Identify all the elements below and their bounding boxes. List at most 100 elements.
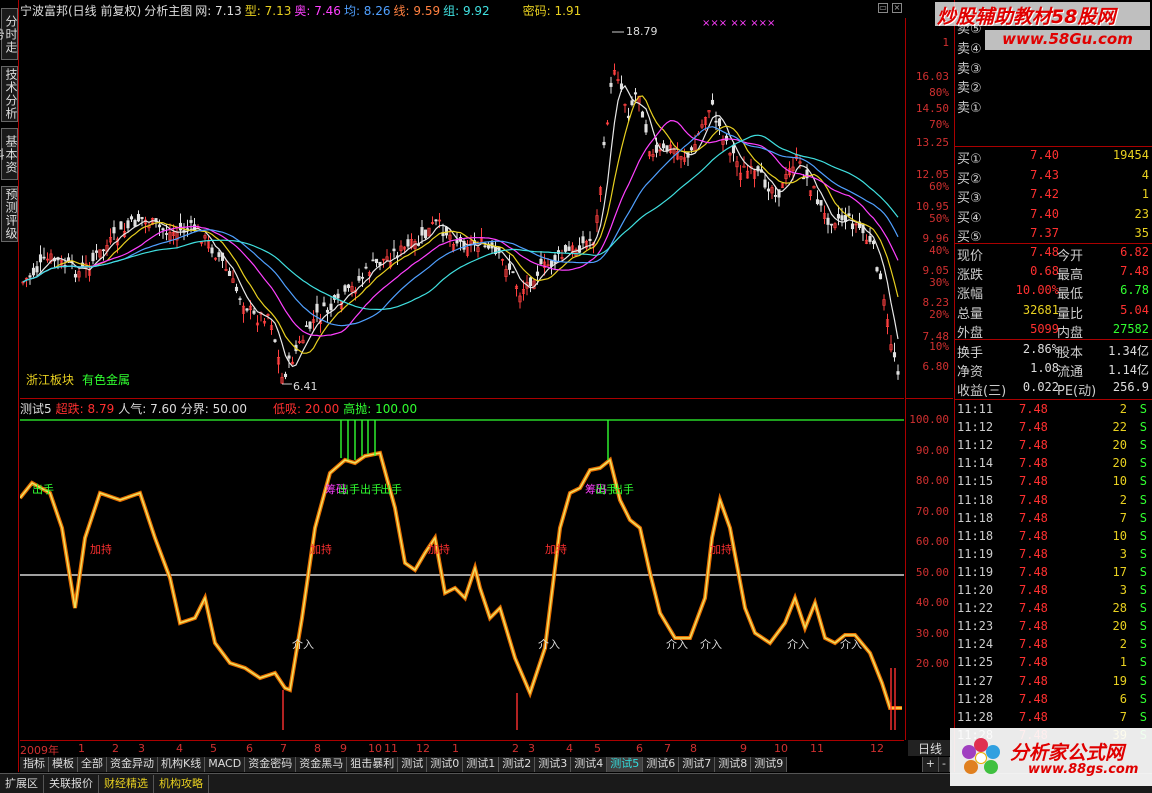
- indicator-tab-0[interactable]: 指标: [20, 757, 49, 772]
- x-label: 6: [636, 742, 643, 755]
- indicator-header: 测试5 超跌: 8.79 人气: 7.60 分界: 50.00 低吸: 20.00 高抛:…: [20, 400, 421, 416]
- candle-body: [661, 143, 666, 149]
- tick-volume: 28: [1112, 601, 1127, 616]
- x-label: 2009年: [20, 744, 59, 757]
- tick-volume: 7: [1119, 709, 1127, 724]
- indicator-tab-13[interactable]: 测试3: [535, 757, 572, 772]
- tick-row: 11:14 7.48 20 S: [957, 456, 1151, 474]
- indicator-tab-2[interactable]: 全部: [78, 757, 107, 772]
- tab-minus-button[interactable]: -: [939, 757, 950, 772]
- indicator-tab-19[interactable]: 测试9: [751, 757, 788, 772]
- status-tab-1[interactable]: 关联报价: [44, 774, 99, 793]
- candle-body: [836, 214, 841, 219]
- tick-price: 7.48: [1019, 402, 1048, 416]
- candle-body: [189, 220, 193, 223]
- y-label: 30%: [929, 276, 949, 289]
- indicator-tab-4[interactable]: 机构K线: [158, 757, 206, 772]
- status-tab-2[interactable]: 财经精选: [99, 774, 154, 793]
- restore-icon[interactable]: ▭: [878, 3, 888, 13]
- status-tab-0[interactable]: 扩展区: [0, 774, 44, 793]
- tick-row: 11:20 7.48 3 S: [957, 583, 1151, 601]
- candle-body: [511, 271, 515, 274]
- watermark-brand-url: www.88gs.com: [1028, 762, 1139, 777]
- watermark-title: 炒股辅助教材58股网: [935, 2, 1150, 28]
- tick-side: S: [1139, 402, 1147, 416]
- indicator-item-1: 超跌: 8.79: [55, 402, 115, 416]
- tick-time: 11:18: [957, 528, 994, 543]
- indicator-tab-16[interactable]: 测试6: [643, 757, 680, 772]
- indicator-tab-14[interactable]: 测试4: [571, 757, 608, 772]
- tick-side: S: [1139, 709, 1147, 724]
- tick-side: S: [1139, 456, 1147, 471]
- tick-price: 7.48: [1019, 474, 1048, 489]
- left-tab-3[interactable]: 预测评级: [1, 186, 18, 242]
- indicator-tab-7[interactable]: 资金黑马: [296, 757, 348, 772]
- tick-time: 11:27: [957, 673, 994, 688]
- status-tab-3[interactable]: 机构攻略: [154, 774, 209, 793]
- stat-row: 换手 2.86% 股本 1.34亿: [957, 342, 1151, 362]
- indicator-tab-5[interactable]: MACD: [205, 757, 246, 772]
- ask-label: 卖①: [957, 101, 982, 117]
- quote-panel: 卖⑤ 卖④ 卖③ 卖② 卖① 买① 7.40 19454 买② 7.43 4 买③ 7.42 1 买④ 7.4…: [954, 0, 1152, 772]
- candle-body: [717, 118, 722, 127]
- signal-sell: 出手: [338, 482, 360, 496]
- bid-volume: 23: [1134, 206, 1149, 221]
- stat-label: 外盘: [957, 325, 984, 341]
- indicator-tab-15[interactable]: 测试5: [607, 757, 644, 772]
- tick-side: S: [1139, 546, 1147, 561]
- signal-buy: 介入: [666, 638, 688, 651]
- indicator-tab-1[interactable]: 模板: [49, 757, 78, 772]
- tick-volume: 3: [1119, 583, 1127, 597]
- indicator-tab-10[interactable]: 测试0: [427, 757, 464, 772]
- candle-body: [283, 373, 288, 378]
- y-label: 14.50: [915, 102, 949, 115]
- candle-body: [819, 200, 823, 206]
- indicator-tab-18[interactable]: 测试8: [715, 757, 752, 772]
- tick-volume: 20: [1112, 456, 1127, 471]
- indicator-tab-12[interactable]: 测试2: [499, 757, 536, 772]
- concept-label: 有色金属: [82, 372, 130, 387]
- indicator-tab-11[interactable]: 测试1: [463, 757, 500, 772]
- tab-plus-button[interactable]: +: [921, 757, 940, 772]
- stat-value: 7.48: [1030, 245, 1059, 259]
- left-tab-2[interactable]: 基本资料: [0, 128, 18, 180]
- stat-value: 10.00%: [1015, 283, 1059, 298]
- indicator-tab-8[interactable]: 狙击暴利: [347, 757, 399, 772]
- stat-label: 流通: [1057, 365, 1084, 381]
- candle-body: [325, 309, 330, 313]
- candle-body: [136, 214, 141, 222]
- indicator-tab-17[interactable]: 测试7: [679, 757, 716, 772]
- candle-body: [829, 223, 834, 226]
- indicator-tab-9[interactable]: 测试: [398, 757, 428, 772]
- x-label: 9: [340, 742, 347, 755]
- left-tab-0[interactable]: 分时走势: [0, 8, 18, 60]
- candle-body: [392, 248, 396, 252]
- bid-label: 买③: [957, 191, 982, 207]
- period-button[interactable]: 日线: [908, 740, 952, 756]
- date-x-axis: 2009年 1 2 3 4 5 6 7 8 9 10 11 12 1 2 3 4 5 6 7 8 9 10 11 12: [20, 740, 904, 757]
- candle-body: [94, 250, 99, 253]
- indicator-chart[interactable]: 加持 加持 加持 加持 加持介入 介入 介入 介入 介入 介入筹码出手 出手出手 筹码出手出手出手: [20, 398, 904, 740]
- left-tab-1[interactable]: 技术分析: [1, 66, 18, 122]
- candle-body: [742, 165, 746, 168]
- tick-volume: 2: [1119, 492, 1127, 507]
- candle-body: [871, 240, 876, 245]
- main-price-chart[interactable]: 18.79 6.41 浙江板块 有色金属 ××× ×× ×××: [20, 18, 904, 398]
- x-label: 6: [246, 742, 253, 755]
- y-label: 1: [942, 36, 949, 49]
- x-label: 5: [594, 742, 601, 755]
- tick-side: S: [1139, 510, 1147, 525]
- stat-label: 股本: [1057, 346, 1084, 361]
- header-item-4: 奥: 7.46: [294, 4, 341, 18]
- x-label: 8: [690, 742, 697, 755]
- tick-price: 7.48: [1019, 528, 1048, 543]
- indicator-tab-3[interactable]: 资金异动: [107, 757, 158, 772]
- close-icon[interactable]: ×: [892, 3, 902, 13]
- indicator-tab-6[interactable]: 资金密码: [245, 757, 297, 772]
- y-label: 70%: [929, 118, 949, 131]
- tick-side: S: [1139, 691, 1147, 706]
- candle-body: [304, 325, 309, 328]
- header-item-2: 网: 7.13: [195, 4, 242, 18]
- tick-price: 7.48: [1019, 438, 1048, 453]
- y-label: 13.25: [915, 136, 949, 149]
